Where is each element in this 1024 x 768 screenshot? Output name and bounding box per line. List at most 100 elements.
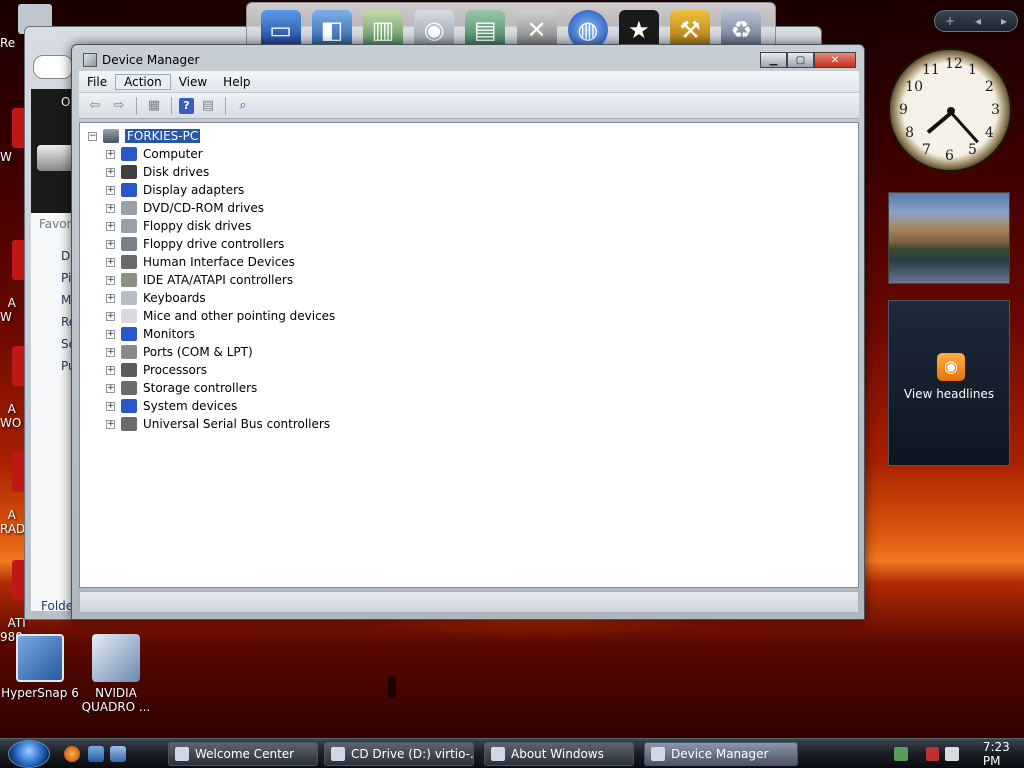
device-category-row[interactable]: + Floppy disk drives bbox=[106, 217, 251, 235]
expand-icon[interactable]: + bbox=[106, 239, 115, 249]
device-category-row[interactable]: + Disk drives bbox=[106, 163, 209, 181]
device-category-label[interactable]: Storage controllers bbox=[143, 381, 257, 395]
console-tree-button[interactable]: ▦ bbox=[144, 97, 164, 115]
device-category-row[interactable]: + System devices bbox=[106, 397, 237, 415]
help-icon: ? bbox=[183, 99, 190, 112]
device-category-label[interactable]: Ports (COM & LPT) bbox=[143, 345, 253, 359]
switch-windows-icon[interactable] bbox=[110, 746, 126, 762]
expand-icon[interactable]: + bbox=[106, 329, 115, 339]
folders-label[interactable]: Folde bbox=[41, 599, 73, 613]
device-category-icon bbox=[121, 237, 137, 251]
display-icon[interactable] bbox=[925, 747, 940, 761]
help-button[interactable]: ? bbox=[179, 97, 194, 114]
device-category-row[interactable]: + Mice and other pointing devices bbox=[106, 307, 335, 325]
device-category-row[interactable]: + Universal Serial Bus controllers bbox=[106, 415, 330, 433]
device-category-row[interactable]: + Processors bbox=[106, 361, 207, 379]
expand-icon[interactable]: + bbox=[106, 383, 115, 393]
expand-icon[interactable]: + bbox=[106, 257, 115, 267]
nav-item[interactable]: M bbox=[61, 293, 71, 307]
device-category-row[interactable]: + Storage controllers bbox=[106, 379, 257, 397]
expand-icon[interactable]: + bbox=[106, 419, 115, 429]
next-gadget-button[interactable]: ▸ bbox=[1001, 14, 1007, 28]
minimize-button[interactable]: ▁ bbox=[760, 52, 787, 68]
device-category-label[interactable]: Disk drives bbox=[143, 165, 209, 179]
device-category-label[interactable]: IDE ATA/ATAPI controllers bbox=[143, 273, 293, 287]
expand-icon[interactable]: + bbox=[106, 203, 115, 213]
menu-help[interactable]: Help bbox=[215, 75, 258, 89]
previous-gadget-button[interactable]: ◂ bbox=[975, 14, 981, 28]
menu-view[interactable]: View bbox=[171, 75, 215, 89]
device-category-row[interactable]: + Monitors bbox=[106, 325, 195, 343]
expand-icon[interactable]: + bbox=[106, 311, 115, 321]
device-category-label[interactable]: Computer bbox=[143, 147, 203, 161]
device-category-label[interactable]: Processors bbox=[143, 363, 207, 377]
nav-item[interactable]: Pi bbox=[61, 271, 71, 285]
device-category-label[interactable]: Keyboards bbox=[143, 291, 206, 305]
tree-root[interactable]: − FORKIES-PC bbox=[88, 127, 201, 145]
forward-button[interactable]: ⇨ bbox=[109, 97, 129, 115]
clock-time[interactable]: 7:23 PM bbox=[983, 740, 1024, 768]
address-bar[interactable] bbox=[33, 55, 73, 79]
clock-gadget[interactable]: 12 1 2 3 4 5 6 7 8 9 10 11 bbox=[888, 48, 1012, 172]
device-category-label[interactable]: Display adapters bbox=[143, 183, 244, 197]
desktop-icon-hypersnap[interactable]: HyperSnap 6 bbox=[0, 634, 80, 700]
device-category-row[interactable]: + Human Interface Devices bbox=[106, 253, 295, 271]
device-category-label[interactable]: System devices bbox=[143, 399, 237, 413]
firefox-icon[interactable] bbox=[64, 746, 80, 762]
expand-icon[interactable]: + bbox=[106, 185, 115, 195]
device-category-row[interactable]: + Keyboards bbox=[106, 289, 206, 307]
drive-icon bbox=[37, 145, 75, 171]
taskbar-button-about-windows[interactable]: About Windows bbox=[484, 742, 634, 766]
start-button[interactable] bbox=[8, 740, 50, 768]
expand-icon[interactable]: + bbox=[106, 275, 115, 285]
device-category-row[interactable]: + Display adapters bbox=[106, 181, 244, 199]
taskbar-button-welcome-center[interactable]: Welcome Center bbox=[168, 742, 318, 766]
desktop-icon-nvidia[interactable]: NVIDIA QUADRO ... bbox=[76, 634, 156, 714]
collapse-icon[interactable]: − bbox=[88, 131, 97, 141]
device-category-row[interactable]: + Ports (COM & LPT) bbox=[106, 343, 253, 361]
clock-numeral: 1 bbox=[968, 62, 977, 79]
hour-hand bbox=[926, 111, 953, 134]
expand-icon[interactable]: + bbox=[106, 401, 115, 411]
back-button[interactable]: ⇦ bbox=[85, 97, 105, 115]
network-icon[interactable] bbox=[894, 747, 908, 761]
title-bar[interactable]: Device Manager ▁ ▢ ✕ bbox=[72, 45, 864, 71]
expand-icon[interactable]: + bbox=[106, 293, 115, 303]
volume-muted-icon[interactable] bbox=[945, 747, 959, 761]
feed-headlines-gadget[interactable]: ◉ View headlines bbox=[888, 300, 1010, 466]
device-category-label[interactable]: Human Interface Devices bbox=[143, 255, 295, 269]
maximize-button[interactable]: ▢ bbox=[787, 52, 814, 68]
show-desktop-icon[interactable] bbox=[88, 746, 104, 762]
close-button[interactable]: ✕ bbox=[814, 52, 856, 68]
device-category-icon bbox=[121, 363, 137, 377]
device-category-label[interactable]: Floppy drive controllers bbox=[143, 237, 284, 251]
device-category-row[interactable]: + Computer bbox=[106, 145, 203, 163]
device-category-label[interactable]: DVD/CD-ROM drives bbox=[143, 201, 264, 215]
device-category-row[interactable]: + Floppy drive controllers bbox=[106, 235, 284, 253]
device-tree[interactable]: − FORKIES-PC + Computer + Disk drives + Displ… bbox=[79, 122, 859, 588]
device-category-row[interactable]: + DVD/CD-ROM drives bbox=[106, 199, 264, 217]
expand-icon[interactable]: + bbox=[106, 149, 115, 159]
device-category-label[interactable]: Universal Serial Bus controllers bbox=[143, 417, 330, 431]
root-label[interactable]: FORKIES-PC bbox=[125, 129, 201, 143]
add-gadget-button[interactable]: + bbox=[945, 14, 955, 28]
taskbar-button-device-manager[interactable]: Device Manager bbox=[644, 742, 798, 766]
expand-icon[interactable]: + bbox=[106, 347, 115, 357]
menu-action[interactable]: Action bbox=[115, 73, 171, 90]
view-headlines-label[interactable]: View headlines bbox=[889, 387, 1009, 401]
expand-icon[interactable]: + bbox=[106, 167, 115, 177]
device-category-label[interactable]: Floppy disk drives bbox=[143, 219, 251, 233]
device-category-label[interactable]: Monitors bbox=[143, 327, 195, 341]
expand-icon[interactable]: + bbox=[106, 365, 115, 375]
device-category-label[interactable]: Mice and other pointing devices bbox=[143, 309, 335, 323]
menu-file[interactable]: File bbox=[79, 75, 115, 89]
device-category-row[interactable]: + IDE ATA/ATAPI controllers bbox=[106, 271, 293, 289]
back-arrow-icon: ⇦ bbox=[89, 98, 101, 113]
slideshow-gadget[interactable] bbox=[888, 192, 1010, 284]
device-manager-window[interactable]: Device Manager ▁ ▢ ✕ File Action View He… bbox=[71, 44, 865, 620]
scan-hardware-button[interactable]: ⌕ bbox=[233, 97, 253, 115]
expand-icon[interactable]: + bbox=[106, 221, 115, 231]
taskbar-button-cd-drive[interactable]: CD Drive (D:) virtio-... bbox=[324, 742, 474, 766]
properties-button[interactable]: ▤ bbox=[198, 97, 218, 115]
taskbar-button-label: CD Drive (D:) virtio-... bbox=[351, 747, 474, 761]
